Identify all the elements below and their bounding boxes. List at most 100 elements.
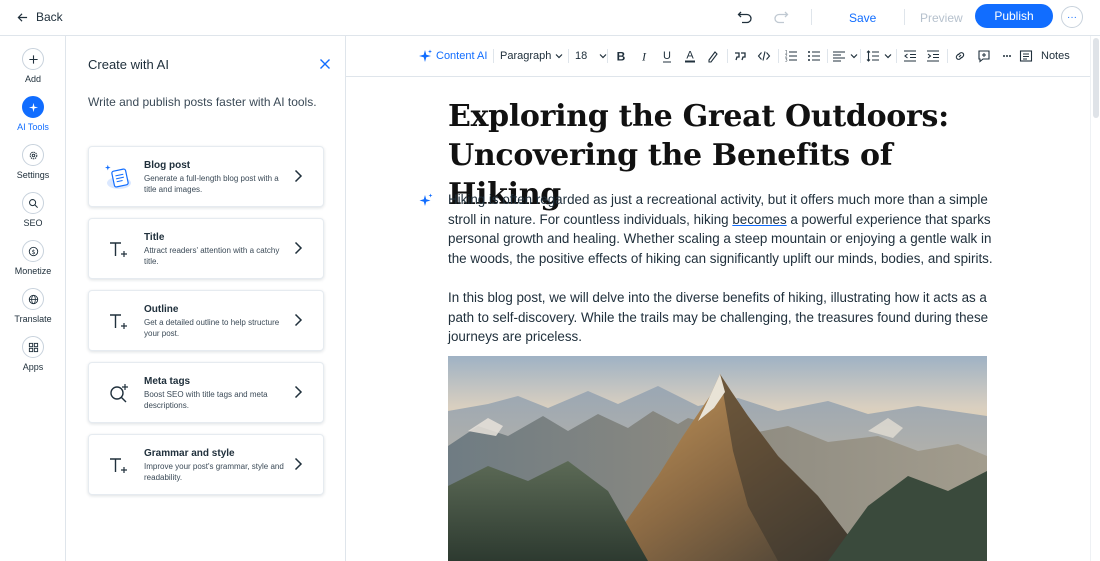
scrollbar-thumb[interactable] <box>1093 38 1099 118</box>
card-description: Boost SEO with title tags and meta descr… <box>144 390 268 410</box>
svg-text:$: $ <box>31 247 35 255</box>
rail-item-add[interactable]: Add <box>0 48 66 84</box>
align-left-icon <box>833 51 845 62</box>
notes-label: Notes <box>1041 50 1070 62</box>
decrease-indent-button[interactable] <box>903 47 917 65</box>
line-spacing-icon <box>866 50 879 62</box>
rail-item-seo[interactable]: SEO <box>0 192 66 228</box>
chevron-down-icon <box>884 54 892 59</box>
back-label: Back <box>36 10 63 24</box>
card-title: Outline <box>144 304 179 315</box>
quote-button[interactable] <box>733 47 747 65</box>
grammar-style-card[interactable]: Grammar and style Improve your post's gr… <box>88 434 324 495</box>
chevron-right-icon <box>294 457 303 471</box>
text-color-button[interactable]: A <box>683 47 697 65</box>
svg-text:B: B <box>617 50 626 64</box>
content-ai-button[interactable]: Content AI <box>418 47 487 65</box>
card-title: Meta tags <box>144 376 191 387</box>
editor-scrollbar[interactable] <box>1090 36 1100 561</box>
italic-icon: I <box>641 50 647 64</box>
rail-item-monetize[interactable]: $ Monetize <box>0 240 66 276</box>
blog-post-icon <box>105 164 131 189</box>
redo-icon[interactable] <box>773 9 789 25</box>
text-sparkle-icon <box>110 458 127 473</box>
outline-card[interactable]: Outline Get a detailed outline to help s… <box>88 290 324 351</box>
divider <box>727 49 728 63</box>
comment-plus-icon <box>978 50 990 63</box>
underline-button[interactable]: U <box>660 47 674 65</box>
publish-button[interactable]: Publish <box>975 4 1053 28</box>
gear-icon <box>22 144 44 166</box>
font-size-dropdown[interactable]: 18 <box>575 47 607 65</box>
link-button[interactable] <box>953 47 967 65</box>
align-dropdown[interactable] <box>832 47 858 65</box>
paragraph[interactable]: In this blog post, we will delve into th… <box>448 288 996 347</box>
rail-label: Monetize <box>14 266 52 276</box>
close-icon[interactable] <box>319 58 331 70</box>
title-card[interactable]: Title Attract readers' attention with a … <box>88 218 324 279</box>
code-button[interactable] <box>757 47 771 65</box>
top-bar: Back Save Preview Publish ··· <box>0 0 1100 36</box>
chevron-down-icon <box>555 54 563 59</box>
indent-icon <box>927 50 939 62</box>
numbered-list-button[interactable]: 123 <box>784 47 798 65</box>
notes-button[interactable]: Notes <box>1019 47 1070 65</box>
underline-icon: U <box>663 50 671 63</box>
rail-item-apps[interactable]: Apps <box>0 336 66 372</box>
sparkle-icon[interactable] <box>419 193 433 207</box>
bold-button[interactable]: B <box>614 47 628 65</box>
more-tools-button[interactable] <box>1002 47 1012 65</box>
card-title: Grammar and style <box>144 448 235 459</box>
divider <box>860 49 861 63</box>
panel-title: Create with AI <box>88 57 169 72</box>
svg-text:I: I <box>641 50 647 64</box>
highlighter-icon <box>708 51 718 63</box>
increase-indent-button[interactable] <box>926 47 940 65</box>
card-description: Attract readers' attention with a catchy… <box>144 246 280 266</box>
card-title: Title <box>144 232 165 243</box>
meta-tags-card[interactable]: Meta tags Boost SEO with title tags and … <box>88 362 324 423</box>
rail-label: SEO <box>23 218 43 228</box>
svg-text:3: 3 <box>785 58 788 63</box>
preview-button[interactable]: Preview <box>920 11 963 25</box>
sparkle-icon <box>419 49 432 62</box>
chevron-down-icon <box>850 54 858 59</box>
content-ai-label: Content AI <box>436 50 488 62</box>
mountain-hero-image[interactable] <box>448 356 987 561</box>
code-icon <box>757 51 771 61</box>
italic-button[interactable]: I <box>637 47 651 65</box>
rail-label: Apps <box>22 362 44 372</box>
save-button[interactable]: Save <box>849 11 876 25</box>
rail-item-settings[interactable]: Settings <box>0 144 66 180</box>
more-options-button[interactable]: ··· <box>1061 6 1083 28</box>
rail-label: Add <box>24 74 41 84</box>
line-spacing-dropdown[interactable] <box>866 47 892 65</box>
highlight-button[interactable] <box>706 47 720 65</box>
back-button[interactable]: Back <box>17 10 63 24</box>
notes-icon <box>1019 50 1033 62</box>
paragraph-style-dropdown[interactable]: Paragraph <box>500 47 563 65</box>
bullet-list-icon <box>808 51 820 61</box>
blog-post-card[interactable]: Blog post Generate a full-length blog po… <box>88 146 324 207</box>
chevron-right-icon <box>294 313 303 327</box>
paragraph[interactable]: Hiking is often regarded as just a recre… <box>448 190 996 269</box>
apps-icon <box>22 336 44 358</box>
divider <box>827 49 828 63</box>
bold-icon: B <box>617 50 626 64</box>
rail-label: AI Tools <box>17 122 49 132</box>
undo-icon[interactable] <box>737 9 753 25</box>
outdent-icon <box>904 50 916 62</box>
card-description: Get a detailed outline to help structure… <box>144 318 280 338</box>
svg-text:U: U <box>663 50 671 62</box>
divider <box>568 49 569 63</box>
divider <box>811 9 812 25</box>
divider <box>904 9 905 25</box>
rail-item-ai-tools[interactable]: AI Tools <box>0 96 66 132</box>
rail-item-translate[interactable]: Translate <box>0 288 66 324</box>
comment-button[interactable] <box>977 47 991 65</box>
card-title: Blog post <box>144 160 191 171</box>
text-sparkle-icon <box>110 242 127 257</box>
plus-icon <box>22 48 44 70</box>
bullet-list-button[interactable] <box>807 47 821 65</box>
link-icon <box>955 52 965 60</box>
